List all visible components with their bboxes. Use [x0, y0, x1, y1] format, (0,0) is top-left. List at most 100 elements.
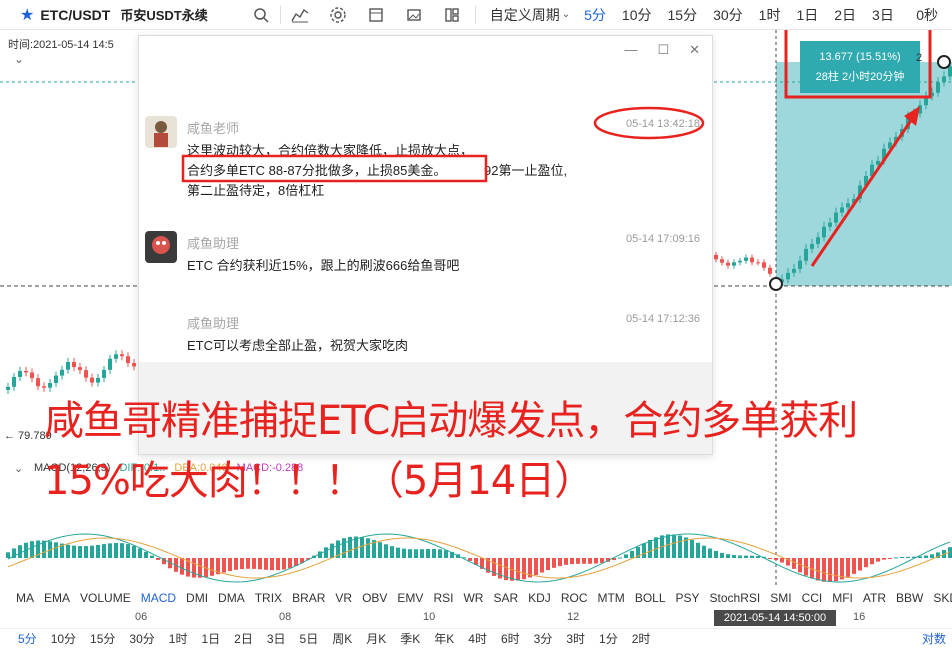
period-2[interactable]: 15分 — [668, 5, 698, 25]
bottom-period-4[interactable]: 1时 — [169, 630, 188, 647]
macd-bar — [768, 558, 772, 559]
chevron-down-icon[interactable]: ⌄ — [562, 9, 570, 20]
macd-bar — [444, 550, 448, 558]
bottom-period-2[interactable]: 15分 — [90, 630, 115, 647]
period-0[interactable]: 5分 — [584, 5, 606, 25]
candle-body — [744, 258, 748, 261]
indicator-tab-mtm[interactable]: MTM — [597, 591, 624, 605]
candle-body — [822, 227, 826, 237]
minimize-icon[interactable]: — — [624, 42, 637, 58]
template-icon[interactable] — [365, 4, 387, 26]
indicator-tab-rsi[interactable]: RSI — [433, 591, 453, 605]
macd-bar — [132, 546, 136, 558]
indicator-tab-wr[interactable]: WR — [463, 591, 483, 605]
bottom-period-14[interactable]: 6时 — [501, 630, 520, 647]
macd-bar — [234, 558, 238, 570]
period-3[interactable]: 30分 — [713, 5, 743, 25]
indicator-tab-mfi[interactable]: MFI — [832, 591, 853, 605]
indicator-tab-vr[interactable]: VR — [335, 591, 352, 605]
macd-bar — [90, 546, 94, 558]
indicator-tab-smi[interactable]: SMI — [770, 591, 791, 605]
bottom-period-12[interactable]: 年K — [434, 630, 454, 647]
indicator-chart-icon[interactable] — [289, 4, 311, 26]
candle-body — [24, 371, 28, 373]
custom-period-dropdown[interactable]: 自定义周期 — [490, 5, 560, 25]
indicator-tab-psy[interactable]: PSY — [676, 591, 700, 605]
indicator-tab-ema[interactable]: EMA — [44, 591, 70, 605]
bottom-period-8[interactable]: 5日 — [300, 630, 319, 647]
bottom-period-1[interactable]: 10分 — [51, 630, 76, 647]
macd-bar — [888, 558, 892, 559]
maximize-icon[interactable]: ☐ — [657, 42, 669, 58]
screenshot-icon[interactable] — [403, 4, 425, 26]
macd-bar — [642, 543, 646, 558]
indicator-tab-bbw[interactable]: BBW — [896, 591, 923, 605]
indicator-tab-trix[interactable]: TRIX — [255, 591, 282, 605]
macd-bar — [30, 541, 34, 558]
candle-body — [54, 376, 58, 383]
range-change: 13.677 (15.51%) — [800, 47, 920, 67]
macd-bar — [324, 547, 328, 558]
settings-gear-icon[interactable] — [327, 4, 349, 26]
macd-bar — [774, 558, 778, 560]
bottom-period-9[interactable]: 周K — [332, 630, 352, 647]
message-sender: 咸鱼助理 — [187, 313, 239, 332]
close-icon[interactable]: ✕ — [689, 42, 700, 58]
layout-icon[interactable] — [441, 4, 463, 26]
candle-body — [792, 269, 796, 273]
period-6[interactable]: 2日 — [834, 5, 856, 25]
period-1[interactable]: 10分 — [622, 5, 652, 25]
bottom-period-11[interactable]: 季K — [400, 630, 420, 647]
bottom-period-18[interactable]: 2时 — [632, 630, 651, 647]
macd-bar — [366, 538, 370, 558]
favorite-star-icon[interactable]: ★ — [20, 5, 34, 25]
macd-bar — [588, 558, 592, 564]
indicator-tab-stochrsi[interactable]: StochRSI — [710, 591, 761, 605]
indicator-tab-ma[interactable]: MA — [16, 591, 34, 605]
indicator-tab-kdj[interactable]: KDJ — [528, 591, 551, 605]
bottom-period-13[interactable]: 4时 — [468, 630, 487, 647]
bottom-period-7[interactable]: 3日 — [267, 630, 286, 647]
bottom-period-0[interactable]: 5分 — [18, 630, 37, 647]
indicator-tab-cci[interactable]: CCI — [802, 591, 823, 605]
period-7[interactable]: 3日 — [872, 5, 894, 25]
bottom-period-17[interactable]: 1分 — [599, 630, 618, 647]
macd-bar — [78, 546, 82, 558]
search-icon[interactable] — [250, 4, 272, 26]
indicator-tab-roc[interactable]: ROC — [561, 591, 588, 605]
macd-bar — [738, 555, 742, 558]
bottom-period-3[interactable]: 30分 — [129, 630, 154, 647]
macd-bar — [468, 558, 472, 561]
indicator-tab-macd[interactable]: MACD — [141, 591, 176, 605]
log-scale-toggle[interactable]: 对数 — [922, 630, 946, 647]
bottom-period-16[interactable]: 3时 — [566, 630, 585, 647]
indicator-tab-boll[interactable]: BOLL — [635, 591, 666, 605]
symbol-title[interactable]: ETC/USDT — [40, 7, 110, 23]
indicator-tab-obv[interactable]: OBV — [362, 591, 387, 605]
bottom-period-10[interactable]: 月K — [366, 630, 386, 647]
price-axis-label: 2 — [916, 52, 922, 64]
collapse-chevron-icon[interactable]: ⌄ — [14, 52, 24, 66]
macd-collapse-icon[interactable]: ⌄ — [14, 462, 23, 475]
bottom-period-15[interactable]: 3分 — [534, 630, 553, 647]
macd-bar — [414, 549, 418, 558]
candle-body — [90, 378, 94, 383]
indicator-tab-skdj[interactable]: SKDJ — [933, 591, 952, 605]
period-4[interactable]: 1时 — [759, 5, 781, 25]
indicator-tab-dmi[interactable]: DMI — [186, 591, 208, 605]
indicator-tab-atr[interactable]: ATR — [863, 591, 886, 605]
message-time: 05-14 13:42:18 — [626, 118, 700, 130]
bottom-period-6[interactable]: 2日 — [234, 630, 253, 647]
indicator-tab-emv[interactable]: EMV — [397, 591, 423, 605]
period-5[interactable]: 1日 — [796, 5, 818, 25]
macd-bar — [264, 558, 268, 570]
indicator-tab-volume[interactable]: VOLUME — [80, 591, 131, 605]
indicator-tab-dma[interactable]: DMA — [218, 591, 245, 605]
macd-bar — [630, 551, 634, 558]
bottom-period-bar: 5分 10分 15分 30分 1时 1日 2日 3日 5日 周K 月K 季K 年K 4时 6时 3分 3时 1分 2… — [0, 628, 952, 648]
bottom-period-5[interactable]: 1日 — [201, 630, 220, 647]
macd-bar — [906, 557, 910, 558]
macd-bar — [288, 558, 292, 568]
indicator-tab-brar[interactable]: BRAR — [292, 591, 325, 605]
indicator-tab-sar[interactable]: SAR — [493, 591, 518, 605]
